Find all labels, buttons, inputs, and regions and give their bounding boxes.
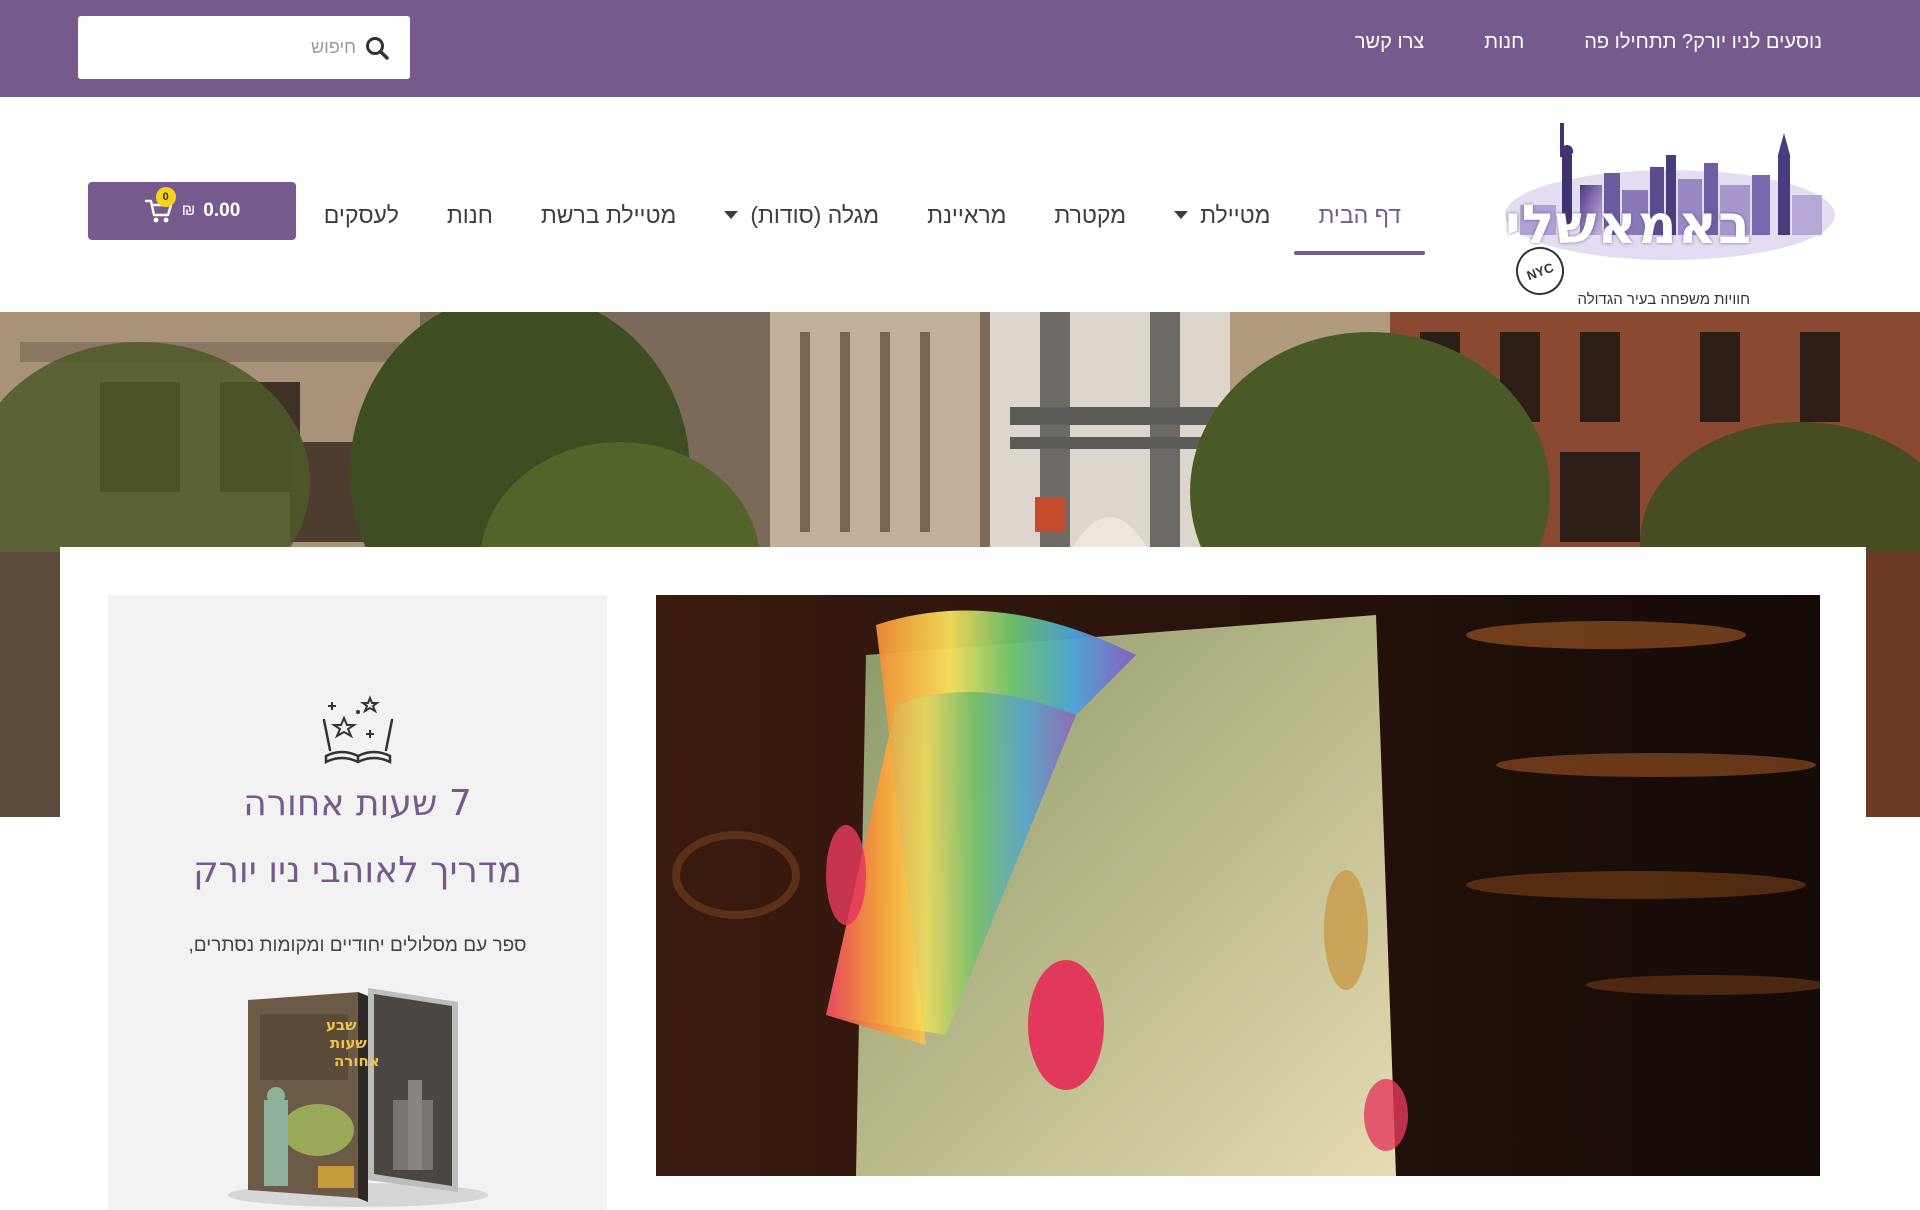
top-links: נוסעים לניו יורק? תתחילו פה חנות צרו קשר	[1355, 31, 1822, 54]
nav-item-label: דף הבית	[1318, 201, 1401, 228]
featured-video[interactable]	[656, 595, 1820, 1176]
nav-item-secrets[interactable]: מגלה (סודות)	[700, 189, 903, 241]
nav-item-label: חנות	[446, 201, 493, 228]
search-input[interactable]	[136, 37, 356, 58]
promo-description: ספר עם מסלולים יחודיים ומקומות נסתרים,	[188, 935, 527, 956]
site-header: באמאשלי NYC חוויות משפחה בעיר הגדולה דף …	[0, 97, 1920, 312]
cart-currency: ₪	[181, 202, 196, 219]
promo-title: 7 שעות אחורה	[243, 783, 472, 824]
nav-item-label: מטיילת	[1200, 201, 1271, 228]
nav-item-label: מטיילת ברשת	[540, 201, 677, 228]
book-cover-image[interactable]: שבע שעות אחורה	[218, 980, 498, 1210]
logo-tagline: חוויות משפחה בעיר הגדולה	[1577, 291, 1751, 308]
nav-item-online[interactable]: מטיילת ברשת	[517, 189, 701, 241]
top-link-start-here[interactable]: נוסעים לניו יורק? תתחילו פה	[1584, 31, 1822, 54]
nav-item-label: לעסקים	[323, 201, 399, 228]
content-card: 7 שעות אחורה מדריך לאוהבי ניו יורק ספר ע…	[60, 547, 1866, 1210]
nav-item-label: מראיינת	[927, 201, 1007, 228]
book-cover-title: אחורה	[334, 1052, 380, 1070]
nav-item-traveling[interactable]: מטיילת	[1150, 189, 1294, 241]
chevron-down-icon	[724, 211, 739, 219]
nav-item-interviewing[interactable]: מראיינת	[903, 189, 1030, 241]
cart-count-badge: 0	[155, 187, 176, 207]
nav-item-complaining[interactable]: מקטרת	[1030, 189, 1150, 241]
search-box	[78, 16, 410, 79]
book-cover-title: שעות	[330, 1034, 367, 1052]
top-bar: נוסעים לניו יורק? תתחילו פה חנות צרו קשר	[0, 0, 1920, 97]
nav-item-business[interactable]: לעסקים	[300, 189, 423, 241]
main-nav: דף הבית מטיילת מקטרת מראיינת מגלה (סודות…	[300, 189, 1425, 255]
nav-item-label: מגלה (סודות)	[750, 201, 880, 228]
cart-amount: 0.00	[203, 200, 241, 221]
promo-subtitle: מדריך לאוהבי ניו יורק	[193, 850, 522, 891]
cart-button[interactable]: 0 ₪ 0.00	[88, 182, 296, 240]
nav-item-label: מקטרת	[1054, 201, 1127, 228]
book-cover-title: שבע	[326, 1016, 357, 1034]
top-link-contact[interactable]: צרו קשר	[1355, 31, 1424, 54]
nav-item-shop[interactable]: חנות	[423, 189, 517, 241]
unicorn-candy-image	[656, 595, 1820, 1176]
cart-icon: 0	[144, 187, 176, 225]
search-icon[interactable]	[364, 35, 390, 61]
magic-book-icon	[322, 695, 394, 765]
book-promo: 7 שעות אחורה מדריך לאוהבי ניו יורק ספר ע…	[108, 595, 607, 1210]
site-logo[interactable]: באמאשלי NYC חוויות משפחה בעיר הגדולה	[1500, 115, 1840, 308]
chevron-down-icon	[1174, 211, 1189, 219]
top-link-shop[interactable]: חנות	[1484, 31, 1524, 54]
nav-item-home[interactable]: דף הבית	[1294, 189, 1425, 255]
